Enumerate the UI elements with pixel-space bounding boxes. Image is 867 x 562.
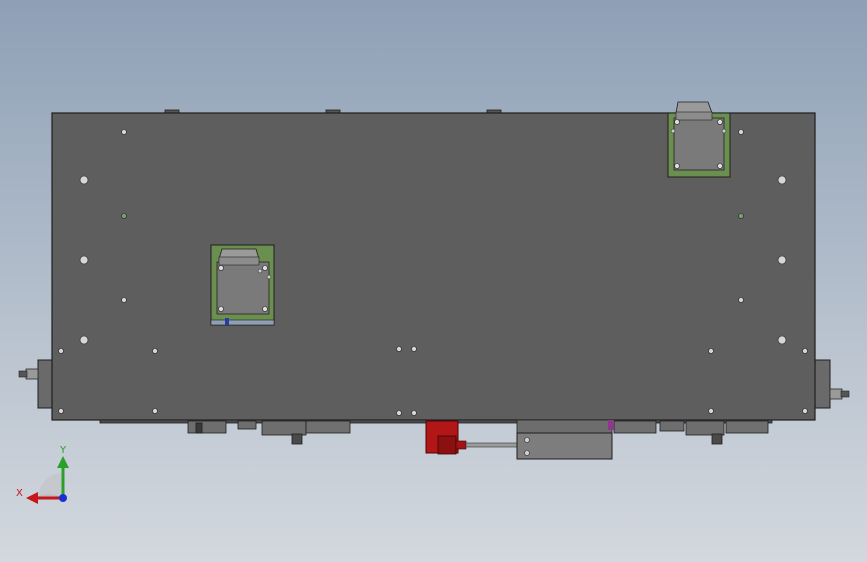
y-axis-arrow [57, 456, 69, 468]
right-end-cap [814, 359, 850, 409]
left-end-cap [18, 359, 54, 409]
red-fitting[interactable] [425, 420, 519, 455]
graphics-viewport[interactable]: Y X [0, 0, 867, 562]
stepper-motor-top-right[interactable] [667, 101, 731, 178]
x-axis-label: X [16, 488, 23, 499]
sensor-block[interactable] [516, 419, 614, 460]
x-axis-arrow [26, 492, 38, 504]
axis-triad[interactable]: Y X [16, 445, 69, 504]
cad-model-svg[interactable]: Y X [0, 0, 867, 562]
stepper-motor-left[interactable] [210, 244, 275, 326]
y-axis-label: Y [59, 445, 67, 456]
z-axis-dot [59, 494, 67, 502]
